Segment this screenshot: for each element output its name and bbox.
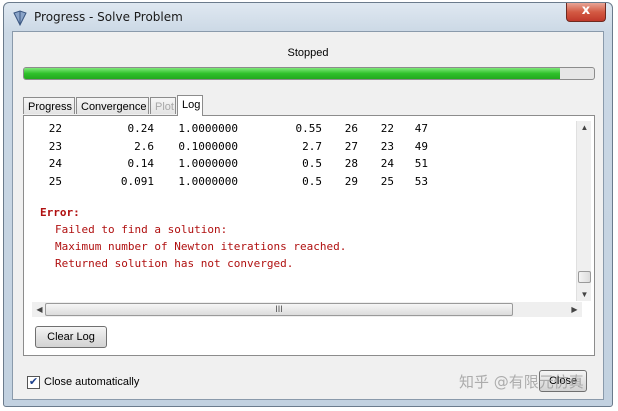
close-automatically-checkbox[interactable]: ✔ [27, 376, 40, 389]
log-cell: 28 [344, 157, 358, 170]
log-cell: 27 [344, 139, 358, 153]
close-icon: x [581, 3, 591, 18]
log-cell: 0.55 [295, 122, 323, 135]
log-cell: 1.0000000 [178, 122, 238, 135]
error-line: Failed to find a solution: [55, 223, 228, 236]
progress-bar [23, 67, 595, 80]
progress-window: Progress - Solve Problem x Stopped Progr… [3, 2, 613, 407]
log-cell: 22 [380, 122, 394, 135]
title-bar[interactable]: Progress - Solve Problem x [4, 3, 612, 31]
log-cell: 24 [380, 157, 394, 170]
log-cell: 23 [48, 139, 62, 153]
status-text: Stopped [287, 47, 329, 59]
scroll-up-icon[interactable]: ▲ [577, 123, 592, 132]
log-panel: Error: Failed to find a solution: Maximu… [23, 115, 595, 356]
log-cell: 51 [414, 157, 428, 170]
log-text-area[interactable]: Error: Failed to find a solution: Maximu… [32, 122, 582, 299]
log-row: 23 2.6 0.1000000 2.7 27 23 49 [32, 139, 452, 155]
window-close-button[interactable]: x [566, 3, 606, 22]
clear-log-button[interactable]: Clear Log [35, 326, 107, 348]
log-cell: 25 [380, 174, 394, 188]
tab-plot: Plot [150, 97, 176, 114]
app-icon [13, 10, 27, 26]
log-cell: 0.5 [302, 157, 322, 170]
vertical-scrollbar[interactable]: ▲ ▼ [576, 121, 591, 301]
horizontal-scroll-thumb[interactable]: III [45, 303, 513, 316]
log-cell: 29 [344, 174, 358, 188]
log-row: 22 0.24 1.0000000 0.55 26 22 47 [32, 122, 452, 137]
log-cell: 24 [48, 157, 62, 170]
log-row: 24 0.14 1.0000000 0.5 28 24 51 [32, 156, 452, 172]
log-cell: 22 [48, 122, 62, 135]
log-cell: 2.7 [302, 139, 322, 153]
log-cell: 1.0000000 [178, 174, 238, 188]
error-line: Maximum number of Newton iterations reac… [55, 240, 347, 253]
tab-progress[interactable]: Progress [23, 97, 75, 114]
scroll-down-icon[interactable]: ▼ [577, 290, 592, 299]
log-cell: 49 [414, 139, 428, 153]
log-cell: 23 [380, 139, 394, 153]
log-cell: 25 [48, 174, 62, 188]
log-cell: 0.5 [302, 174, 322, 188]
watermark: 知乎 @有限元仿真 [459, 373, 584, 391]
log-cell: 0.24 [127, 122, 155, 135]
log-cell: 2.6 [134, 139, 154, 153]
scroll-right-icon[interactable]: ▶ [567, 305, 582, 314]
vertical-scroll-thumb[interactable] [578, 271, 591, 283]
tab-convergence[interactable]: Convergence [76, 97, 149, 114]
log-row: 25 0.091 1.0000000 0.5 29 25 53 [32, 174, 452, 190]
log-cell: 1.0000000 [178, 157, 238, 170]
window-title: Progress - Solve Problem [34, 10, 183, 24]
log-cell: 47 [414, 122, 428, 135]
error-line: Returned solution has not converged. [55, 257, 294, 270]
log-cell: 26 [344, 122, 358, 135]
tab-log[interactable]: Log [177, 95, 203, 116]
dialog-body: Stopped Progress Convergence Plot Log Er… [12, 31, 604, 400]
log-cell: 0.14 [127, 157, 155, 170]
log-cell: 53 [414, 174, 428, 188]
log-cell: 0.1000000 [178, 139, 238, 153]
close-automatically-label: Close automatically [44, 376, 140, 388]
log-cell: 0.091 [120, 174, 154, 188]
horizontal-scrollbar[interactable]: ◀ III ▶ [32, 302, 582, 317]
progress-fill [24, 68, 560, 79]
error-title: Error: [40, 206, 80, 219]
